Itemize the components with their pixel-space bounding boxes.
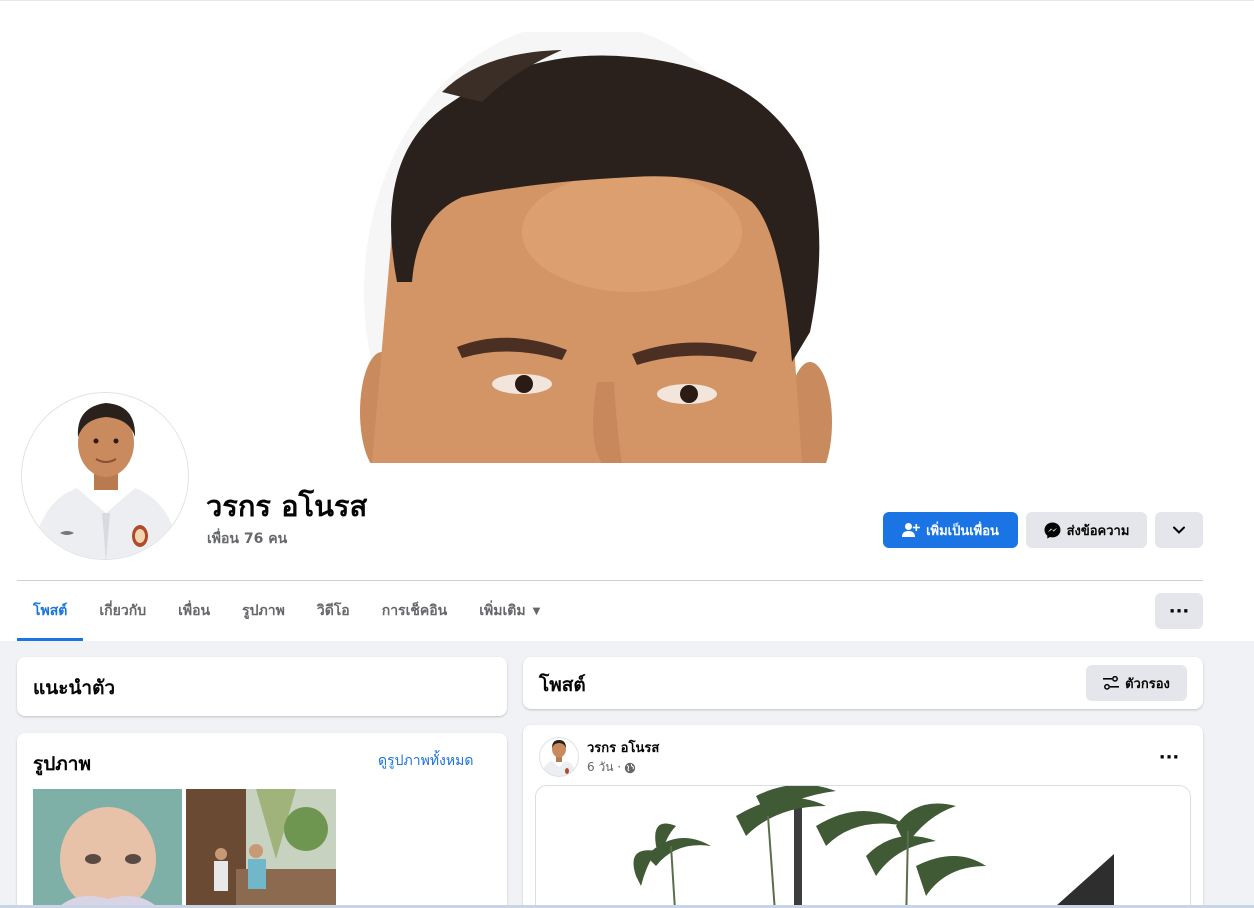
filter-button[interactable]: ตัวกรอง <box>1086 665 1187 701</box>
tab-label: วิดีโอ <box>316 603 350 619</box>
post-photo-palms <box>536 786 1190 908</box>
cover-photo[interactable] <box>17 2 1203 463</box>
friend-count[interactable]: เพื่อน 76 คน <box>207 529 287 549</box>
post-time[interactable]: 6 วัน · <box>587 758 621 777</box>
profile-name: วรกร อโนรส <box>206 489 368 523</box>
tab-more[interactable]: เพิ่มเติม ▼ <box>463 581 556 641</box>
ellipsis-icon: ··· <box>1158 746 1180 768</box>
more-actions-button[interactable] <box>1155 512 1203 548</box>
messenger-icon <box>1044 522 1061 538</box>
chevron-down-icon <box>1173 526 1185 534</box>
tab-label: เกี่ยวกับ <box>99 603 147 619</box>
tab-label: โพสต์ <box>33 603 68 619</box>
add-friend-icon <box>902 523 920 537</box>
top-border <box>0 0 1254 1</box>
tab-posts[interactable]: โพสต์ <box>17 581 84 641</box>
tab-label: เพื่อน <box>178 603 211 619</box>
tab-label: การเช็คอิน <box>381 603 448 619</box>
post-meta: 6 วัน · <box>587 758 636 777</box>
see-all-photos-link[interactable]: ดูรูปภาพทั้งหมด <box>378 750 473 772</box>
tab-label: เพิ่มเติม <box>479 603 526 619</box>
tab-videos[interactable]: วิดีโอ <box>301 581 366 641</box>
filter-icon <box>1103 676 1120 690</box>
add-friend-button[interactable]: เพิ่มเป็นเพื่อน <box>883 512 1018 548</box>
caret-down-icon: ▼ <box>532 605 541 617</box>
message-label: ส่งข้อความ <box>1066 523 1130 539</box>
intro-title: แนะนำตัว <box>33 677 116 699</box>
posts-title: โพสต์ <box>539 674 586 696</box>
tab-about[interactable]: เกี่ยวกับ <box>83 581 162 641</box>
post-options-button[interactable]: ··· <box>1151 739 1187 775</box>
post-author-name[interactable]: วรกร อโนรส <box>587 737 659 758</box>
photos-card: รูปภาพ ดูรูปภาพทั้งหมด <box>17 733 507 908</box>
globe-icon <box>624 762 636 773</box>
message-button[interactable]: ส่งข้อความ <box>1026 512 1147 548</box>
ellipsis-icon: ··· <box>1168 600 1190 622</box>
cover-portrait-image <box>360 32 832 463</box>
photos-title: รูปภาพ <box>33 753 91 775</box>
tab-checkins[interactable]: การเช็คอิน <box>366 581 464 641</box>
tab-photos[interactable]: รูปภาพ <box>226 581 301 641</box>
filter-label: ตัวกรอง <box>1125 676 1170 692</box>
photo-thumbnail-baby[interactable] <box>33 789 182 908</box>
tab-friends[interactable]: เพื่อน <box>162 581 226 641</box>
post-author-avatar[interactable] <box>539 737 579 777</box>
profile-tabs: โพสต์ เกี่ยวกับ เพื่อน รูปภาพ วิดีโอ การ… <box>17 581 556 641</box>
posts-header-card: โพสต์ ตัวกรอง <box>523 657 1203 709</box>
profile-avatar-image <box>22 393 188 559</box>
post-image[interactable] <box>535 785 1191 908</box>
tabs-more-button[interactable]: ··· <box>1155 593 1203 629</box>
tab-label: รูปภาพ <box>242 603 285 619</box>
photo-thumbnail-outdoor[interactable] <box>186 789 336 908</box>
profile-avatar[interactable] <box>21 392 189 560</box>
intro-card: แนะนำตัว <box>17 657 507 716</box>
post-card: วรกร อโนรส 6 วัน · ··· <box>523 725 1203 908</box>
add-friend-label: เพิ่มเป็นเพื่อน <box>926 523 999 539</box>
